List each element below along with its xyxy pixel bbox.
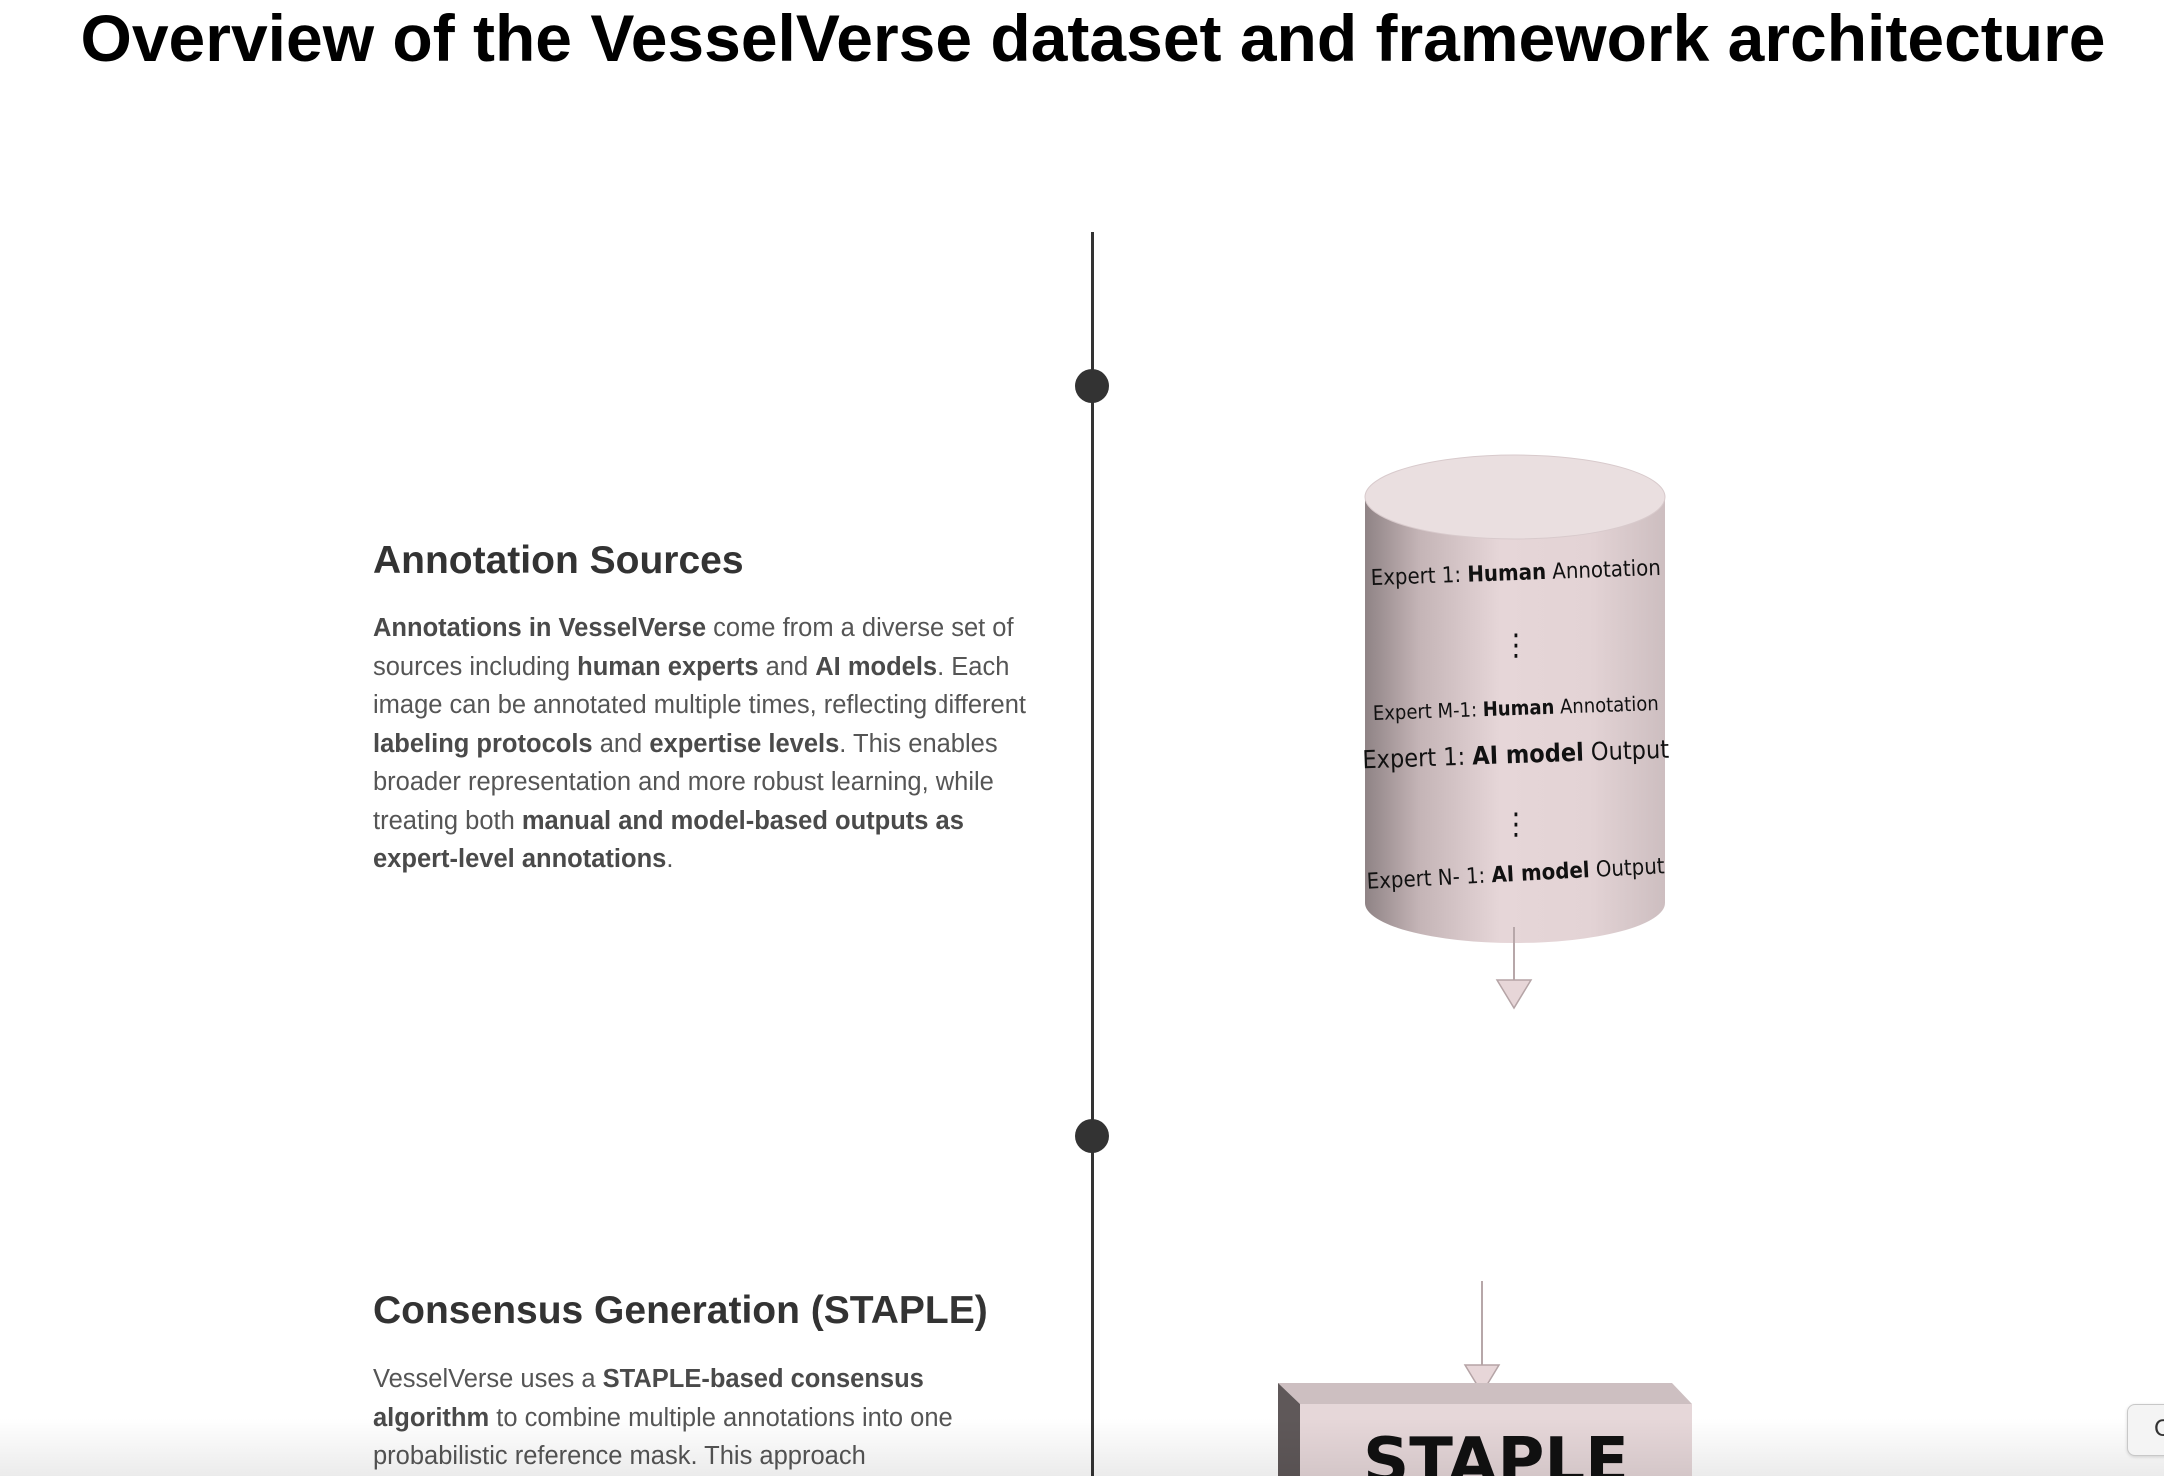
emphasis-text: labeling protocols xyxy=(373,729,593,758)
emphasis-text: AI models xyxy=(815,652,938,681)
emphasis-text: expertise levels xyxy=(649,729,840,758)
annotation-database-cylinder: Expert 1: Human Annotation ⋮ Expert M-1:… xyxy=(1362,454,1670,1010)
section-text-consensus-generation: VesselVerse uses a STAPLE-based consensu… xyxy=(373,1365,953,1470)
timeline-dot xyxy=(1075,1119,1109,1153)
section-heading-consensus-generation: Consensus Generation (STAPLE) xyxy=(373,1289,988,1332)
timeline-dot xyxy=(1075,369,1109,403)
bottom-fade xyxy=(0,1418,2164,1476)
corner-button-label: C xyxy=(2154,1415,2164,1442)
cylinder-row: ⋮ xyxy=(1503,807,1530,842)
corner-button[interactable]: C xyxy=(2127,1404,2164,1456)
page-title: Overview of the VesselVerse dataset and … xyxy=(80,1,2106,75)
staple-block: STAPLE xyxy=(1278,1383,1692,1476)
section-text-annotation-sources: Annotations in VesselVerse come from a d… xyxy=(373,614,1026,874)
emphasis-text: Annotations in VesselVerse xyxy=(373,614,707,642)
emphasis-text: human experts xyxy=(577,652,759,681)
staple-label: STAPLE xyxy=(1363,1425,1629,1476)
timeline-line xyxy=(1091,232,1094,1476)
arrow-down-icon xyxy=(1495,979,1533,1010)
emphasis-text: manual and model-based outputs as expert… xyxy=(373,806,964,874)
emphasis-text: STAPLE-based consensus algorithm xyxy=(373,1365,924,1432)
section-heading-annotation-sources: Annotation Sources xyxy=(373,539,744,582)
cylinder-row: ⋮ xyxy=(1503,628,1530,663)
